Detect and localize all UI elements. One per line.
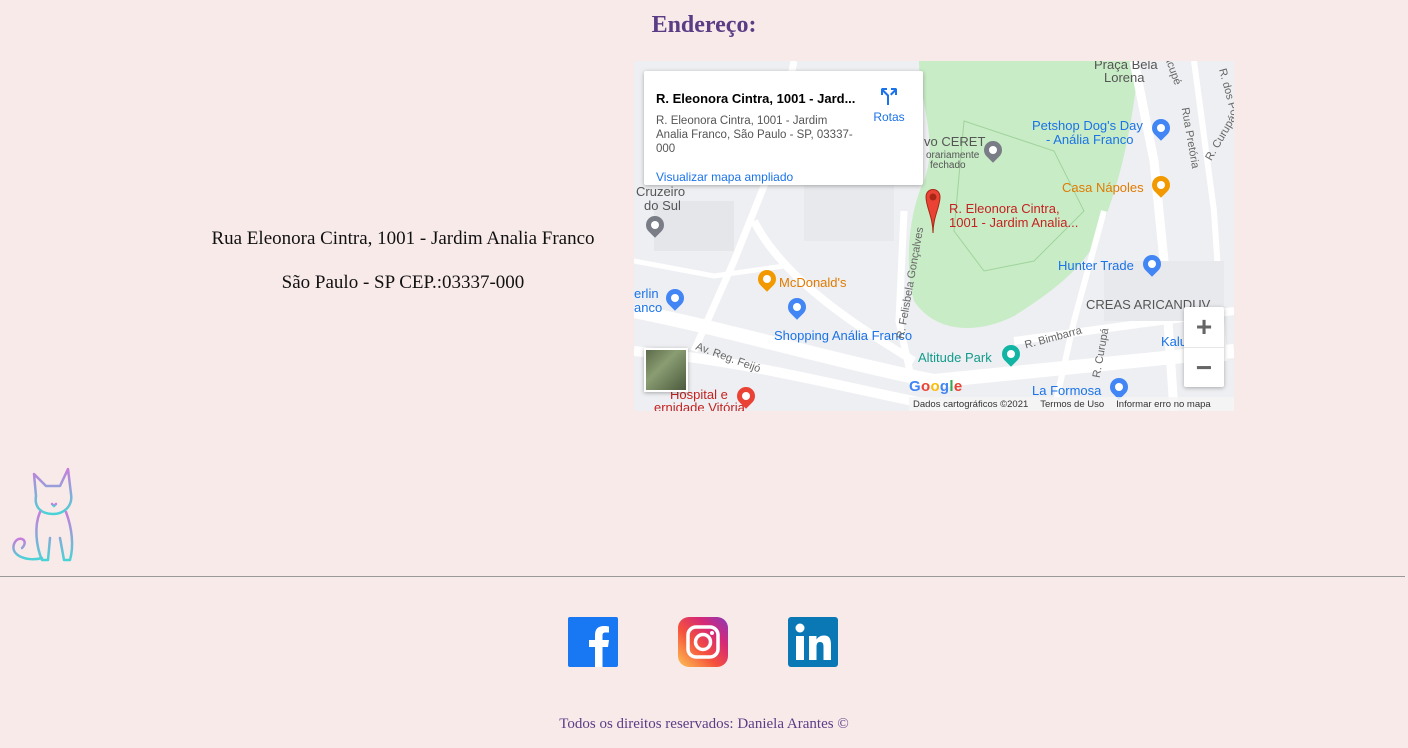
map-label-hunter-trade: Hunter Trade: [1058, 258, 1134, 273]
map-label-berlin-2: anco: [634, 300, 663, 315]
footer-divider: [0, 576, 1405, 577]
map-label-cruzeiro-2: do Sul: [644, 198, 681, 213]
map-attribution: Dados cartográficos ©2021 Termos de Uso …: [909, 397, 1234, 411]
map-label-mcdonalds: McDonald's: [779, 275, 847, 290]
satellite-toggle-button[interactable]: [644, 348, 688, 392]
zoom-in-button[interactable]: +: [1184, 307, 1224, 348]
report-error-link[interactable]: Informar erro no mapa: [1116, 399, 1211, 410]
embedded-map[interactable]: Praça Bela Lorena Petshop Dog's Day - An…: [634, 61, 1234, 411]
map-label-target-2: 1001 - Jardim Analia...: [949, 215, 1079, 230]
linkedin-icon: [788, 617, 838, 667]
map-data-credit: Dados cartográficos ©2021: [913, 398, 1029, 410]
map-label-hospital-2: ernidade Vitória: [654, 400, 745, 412]
map-label-altitude-park: Altitude Park: [918, 350, 992, 365]
map-label-petshop-2: - Anália Franco: [1046, 132, 1134, 147]
facebook-icon: [568, 617, 618, 667]
map-label-praca-2: Lorena: [1104, 70, 1145, 85]
map-label-la-formosa: La Formosa: [1032, 383, 1102, 398]
map-label-petshop-1: Petshop Dog's Day: [1032, 118, 1143, 133]
view-larger-map-link[interactable]: Visualizar mapa ampliado: [656, 170, 793, 184]
zoom-controls: + −: [1184, 307, 1224, 387]
zoom-out-button[interactable]: −: [1184, 348, 1224, 388]
instagram-link[interactable]: [678, 617, 728, 667]
directions-button[interactable]: Rotas: [869, 85, 909, 124]
map-label-target-1: R. Eleonora Cintra,: [949, 201, 1060, 216]
address-line-2: São Paulo - SP CEP.:03337-000: [281, 272, 525, 293]
map-label-cruzeiro-1: Cruzeiro: [636, 184, 686, 199]
cat-icon: [12, 467, 74, 562]
page-title: Endereço:: [651, 12, 757, 38]
instagram-icon: [678, 617, 728, 667]
google-logo: Google: [909, 378, 963, 395]
info-address: R. Eleonora Cintra, 1001 - Jardim Analia…: [656, 115, 853, 155]
map-info-window: R. Eleonora Cintra, 1001 - Jard... R. El…: [644, 71, 923, 185]
map-label-ceret: vo CERET: [924, 134, 986, 149]
map-label-casa-napoles: Casa Nápoles: [1062, 180, 1144, 195]
info-title: R. Eleonora Cintra, 1001 - Jard...: [656, 91, 856, 106]
directions-label: Rotas: [873, 110, 905, 124]
terms-link[interactable]: Termos de Uso: [1040, 399, 1104, 410]
facebook-link[interactable]: [568, 617, 618, 667]
map-label-berlin-1: erlin: [634, 286, 659, 301]
map-label-ceret-status-2: fechado: [930, 160, 966, 171]
map-label-shopping: Shopping Anália Franco: [774, 328, 913, 343]
directions-icon: [881, 88, 897, 105]
address-block: Rua Eleonora Cintra, 1001 - Jardim Anali…: [180, 228, 626, 316]
address-line-1: Rua Eleonora Cintra, 1001 - Jardim Anali…: [211, 228, 595, 249]
linkedin-link[interactable]: [788, 617, 838, 667]
copyright-text: Todos os direitos reservados: Daniela Ar…: [559, 716, 849, 732]
